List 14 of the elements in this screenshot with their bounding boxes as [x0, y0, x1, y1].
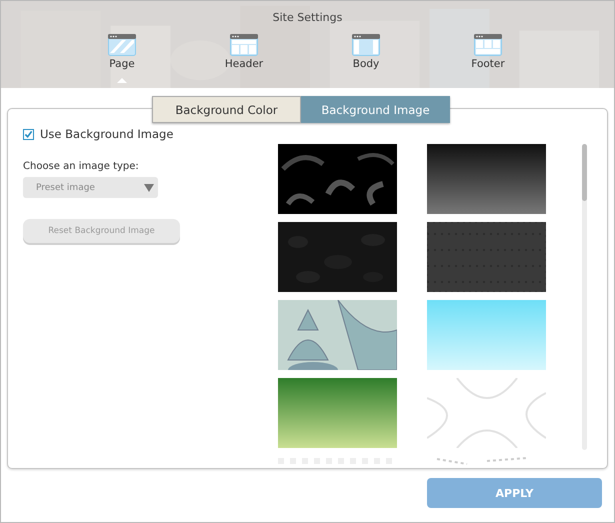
section-tab[interactable]: Footer — [427, 34, 549, 83]
window-title: Site Settings — [272, 11, 342, 24]
checkbox[interactable] — [23, 128, 34, 140]
layout-window-icon — [230, 34, 258, 56]
layout-window-icon — [352, 34, 380, 56]
tab[interactable]: Background Color — [152, 96, 301, 123]
section-tab[interactable]: Page — [61, 34, 183, 83]
field-label: Choose an image type: — [23, 161, 140, 172]
caret-icon — [144, 184, 154, 192]
section-tab[interactable]: Body — [305, 34, 427, 83]
checkbox-label: Use Background Image — [40, 127, 174, 141]
striped-window-icon — [108, 34, 136, 56]
section-tab[interactable]: Header — [183, 34, 305, 83]
layout-window-icon — [474, 34, 502, 56]
